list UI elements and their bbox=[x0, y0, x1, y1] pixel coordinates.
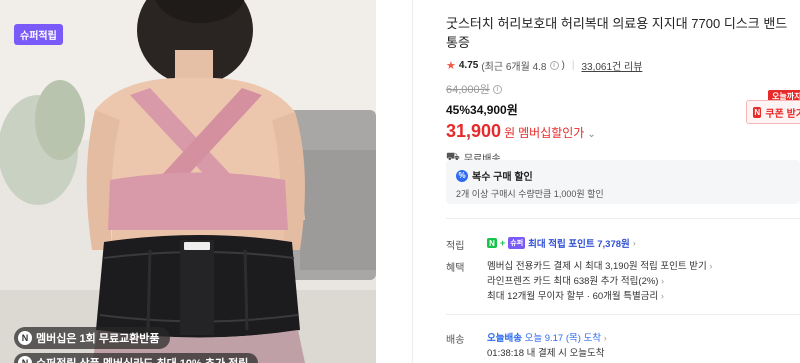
perk-card-points-text: 멤버십 전용카드 결제 시 최대 3,190원 적립 포인트 받기 bbox=[487, 261, 707, 272]
original-price-row: 64,000원 i bbox=[446, 81, 800, 97]
info-icon[interactable]: i bbox=[549, 61, 559, 70]
membership-extra-text: 슈퍼적립 상품 멤버십라도 최대 10% 추가 적립 bbox=[36, 355, 248, 363]
delivery-label: 배송 bbox=[446, 335, 465, 346]
points-row[interactable]: N + 슈퍼 최대 적립 포인트 7,378원 › bbox=[487, 236, 636, 250]
multi-purchase-title: 복수 구매 할인 bbox=[472, 172, 533, 183]
original-price: 64,000원 bbox=[446, 84, 490, 96]
max-points-text: 최대 적립 포인트 7,378원 bbox=[528, 239, 630, 250]
get-coupon-button[interactable]: N 쿠폰 받기 bbox=[746, 100, 800, 124]
star-icon: ★ bbox=[446, 60, 456, 72]
product-title: 굿스터치 허리보호대 허리복대 의료용 지지대 7700 디스크 밴드 통증 bbox=[446, 16, 788, 50]
multi-purchase-desc: 2개 이상 구매시 수량만큼 1,000원 할인 bbox=[456, 189, 604, 199]
price-info-icon[interactable]: i bbox=[492, 84, 502, 94]
rating-close-paren: ) bbox=[561, 60, 565, 71]
delivery-deadline: 01:38:18 내 결제 시 오늘도착 bbox=[487, 348, 605, 359]
chevron-right-icon: › bbox=[632, 238, 636, 248]
rating-score: 4.75 bbox=[458, 60, 479, 71]
perk-installment-text: 최대 12개월 무이자 할부 · 60개월 특별금리 bbox=[487, 291, 659, 302]
reviews-link[interactable]: 33,061건 리뷰 bbox=[581, 58, 642, 73]
chevron-right-icon: › bbox=[603, 333, 607, 343]
chevron-down-icon[interactable]: ⌄ bbox=[587, 129, 595, 140]
chevron-right-icon: › bbox=[709, 261, 713, 271]
product-info: 굿스터치 허리보호대 허리복대 의료용 지지대 7700 디스크 밴드 통증 ★… bbox=[446, 14, 800, 165]
member-price-unit: 원 bbox=[504, 126, 516, 140]
divider bbox=[446, 218, 800, 219]
divider bbox=[446, 314, 800, 315]
coupon-label: 쿠폰 받기 bbox=[765, 108, 800, 120]
rating-row: ★ 4.75 (최근 6개월 4.8 i) | 33,061건 리뷰 bbox=[446, 58, 800, 73]
n-logo-icon: N bbox=[753, 106, 762, 118]
super-savings-badge: 슈퍼적립 bbox=[14, 24, 63, 45]
product-image[interactable]: 슈퍼적립 N 멤버십은 1회 무료교환반품 N 슈퍼적립 상품 멤버십라도 최대… bbox=[0, 0, 376, 363]
divider bbox=[412, 0, 413, 363]
perk-installment[interactable]: 최대 12개월 무이자 할부 · 60개월 특별금리 › bbox=[487, 288, 664, 302]
chevron-right-icon: › bbox=[660, 291, 664, 301]
super-chip: 슈퍼 bbox=[508, 237, 526, 249]
n-logo-icon: N bbox=[18, 331, 32, 345]
membership-extra-badge: N 슈퍼적립 상품 멤버십라도 최대 10% 추가 적립 bbox=[14, 353, 259, 363]
member-price-row[interactable]: 31,900 원 멤버십할인가 ⌄ bbox=[446, 121, 800, 142]
today-delivery-row[interactable]: 오늘배송 오늘 9.17 (목) 도착 › bbox=[487, 330, 607, 344]
n-logo-icon: N bbox=[18, 356, 32, 363]
membership-return-badge: N 멤버십은 1회 무료교환반품 bbox=[14, 327, 170, 349]
today-delivery-badge: 오늘배송 bbox=[487, 333, 522, 344]
member-price-label: 멤버십할인가 bbox=[518, 126, 585, 140]
percent-icon: % bbox=[456, 169, 468, 182]
product-photo-illustration bbox=[0, 0, 376, 363]
points-label: 적립 bbox=[446, 241, 465, 252]
npay-icon: N bbox=[487, 238, 497, 248]
member-price: 31,900 bbox=[446, 121, 502, 141]
plus-icon: + bbox=[500, 238, 506, 248]
perk-linefriends-text: 라인프렌즈 카드 최대 638원 추가 적립(2%) bbox=[487, 276, 659, 287]
perks-label: 혜택 bbox=[446, 263, 465, 274]
chevron-right-icon: › bbox=[661, 276, 665, 286]
multi-purchase-discount: % 복수 구매 할인 2개 이상 구매시 수량만큼 1,000원 할인 bbox=[446, 160, 800, 204]
separator: | bbox=[571, 60, 575, 71]
multi-purchase-title-row: % 복수 구매 할인 bbox=[456, 168, 790, 183]
perk-linefriends-card[interactable]: 라인프렌즈 카드 최대 638원 추가 적립(2%) › bbox=[487, 273, 664, 287]
rating-detail: (최근 6개월 4.8 bbox=[481, 62, 547, 73]
membership-return-text: 멤버십은 1회 무료교환반품 bbox=[36, 333, 160, 345]
delivery-date: 오늘 9.17 (목) 도착 bbox=[524, 333, 602, 344]
perk-card-points[interactable]: 멤버십 전용카드 결제 시 최대 3,190원 적립 포인트 받기 › bbox=[487, 258, 712, 272]
